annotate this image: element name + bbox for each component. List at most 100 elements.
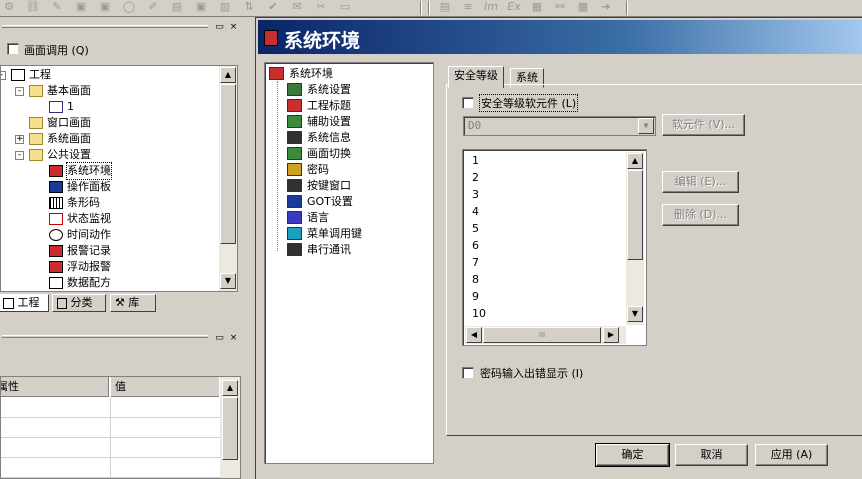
nav-item-label: GOT设置 (307, 195, 353, 208)
serial-icon (287, 243, 302, 256)
minimize-icon[interactable]: ▭ (214, 333, 225, 344)
cancel-button[interactable]: 取消 (675, 444, 748, 466)
tab-category[interactable]: 分类 (52, 294, 106, 312)
scroll-down-icon[interactable]: ▼ (627, 306, 643, 322)
list-vscrollbar[interactable]: ▲ ▼ (626, 152, 644, 325)
panel-grip[interactable] (2, 25, 208, 28)
image3-icon[interactable]: ▣ (194, 1, 208, 13)
security-device-checkbox[interactable] (462, 97, 474, 109)
scroll-right-icon[interactable]: ▶ (603, 327, 619, 343)
lm-icon[interactable]: Im (484, 1, 498, 13)
property-column-divider (110, 418, 111, 438)
scroll-up-icon[interactable]: ▲ (627, 153, 643, 169)
tab-library[interactable]: ⚒ 库 (110, 294, 156, 312)
check-icon[interactable]: ✔ (266, 1, 280, 13)
list-icon[interactable]: ≡ (461, 1, 475, 13)
level-item[interactable]: 1 (472, 152, 479, 169)
circle-icon[interactable]: ◯ (122, 1, 136, 13)
scroll-thumb[interactable]: III (483, 327, 601, 343)
level-item[interactable]: 8 (472, 271, 479, 288)
sort-icon[interactable]: ⇅ (242, 1, 256, 13)
project-icon (11, 69, 25, 81)
nav-item-label: 语言 (307, 211, 329, 224)
recipe-icon (49, 277, 63, 289)
scroll-down-icon[interactable]: ▼ (220, 273, 236, 289)
edit-icon[interactable]: ✐ (146, 1, 160, 13)
scroll-thumb[interactable] (627, 170, 643, 260)
property-vscrollbar[interactable]: ▲ (220, 377, 240, 478)
language-icon (287, 211, 302, 224)
collapse-icon[interactable]: - (1, 71, 6, 80)
property-row[interactable] (1, 398, 220, 418)
list-hscrollbar[interactable]: ◀ III ▶ (465, 326, 626, 344)
screen-icon (49, 101, 63, 113)
scroll-up-icon[interactable]: ▲ (220, 67, 236, 83)
level-item[interactable]: 10 (472, 305, 486, 322)
close-icon[interactable]: × (228, 333, 239, 344)
scroll-thumb[interactable] (222, 397, 238, 460)
expand-icon[interactable]: + (15, 135, 24, 144)
level-item[interactable]: 2 (472, 169, 479, 186)
screen-call-label: 画面调用 (Q) (24, 44, 89, 57)
tree-connector-line (277, 81, 278, 251)
scroll-up-icon[interactable]: ▲ (222, 380, 238, 396)
email-icon[interactable]: ✉ (290, 1, 304, 13)
link-icon[interactable]: ⛓ (26, 1, 40, 13)
clock-icon (49, 229, 63, 241)
panel-grip[interactable] (2, 335, 208, 338)
tree-item-label: 浮动报警 (67, 260, 111, 273)
tool-icon[interactable]: ▩ (576, 1, 590, 13)
tab-icon[interactable]: ▭ (338, 1, 352, 13)
graph-icon[interactable]: ▥ (218, 1, 232, 13)
level-item[interactable]: 7 (472, 254, 479, 271)
document-icon[interactable]: ▤ (438, 1, 452, 13)
screen-call-checkbox[interactable] (7, 43, 19, 55)
scroll-thumb[interactable] (220, 84, 236, 244)
chevron-down-icon[interactable]: ▼ (638, 118, 654, 134)
scroll-left-icon[interactable]: ◀ (466, 327, 482, 343)
tree-vscrollbar[interactable]: ▲ ▼ (219, 66, 237, 291)
group-icon[interactable]: ⚯ (553, 1, 567, 13)
tree-item-label: 窗口画面 (47, 116, 91, 129)
aux-icon (287, 115, 302, 128)
dialog-titlebar[interactable]: 系统环境 (258, 20, 862, 54)
dialog-title: 系统环境 (284, 30, 361, 52)
nav-item-label: 系统环境 (289, 67, 333, 80)
tree-item-label: 条形码 (67, 196, 100, 209)
tab-project[interactable]: 工程 (0, 294, 49, 312)
apply-button[interactable]: 应用 (A) (755, 444, 828, 466)
minimize-icon[interactable]: ▭ (214, 22, 225, 33)
edit-button[interactable]: 编辑 (E)... (662, 171, 739, 193)
cut-icon[interactable]: ✂ (314, 1, 328, 13)
tab-security-level[interactable]: 安全等级 (448, 66, 504, 88)
ex-icon[interactable]: Ex (507, 1, 521, 13)
image-icon[interactable]: ▣ (74, 1, 88, 13)
property-row[interactable] (1, 458, 220, 478)
level-item[interactable]: 4 (472, 203, 479, 220)
find-icon[interactable]: ▦ (530, 1, 544, 13)
password-error-checkbox[interactable] (462, 367, 474, 379)
level-item[interactable]: 6 (472, 237, 479, 254)
device-button[interactable]: 软元件 (V)... (662, 114, 745, 136)
collapse-icon[interactable]: - (15, 151, 24, 160)
ok-button[interactable]: 确定 (595, 443, 670, 467)
level-item[interactable]: 5 (472, 220, 479, 237)
level-item[interactable]: 3 (472, 186, 479, 203)
image2-icon[interactable]: ▣ (98, 1, 112, 13)
level-item[interactable]: 9 (472, 288, 479, 305)
tree-item-label: 系统画面 (47, 132, 91, 145)
gear-icon[interactable]: ⚙ (2, 1, 16, 13)
close-icon[interactable]: × (228, 22, 239, 33)
setting-icon (287, 83, 302, 96)
property-row[interactable] (1, 418, 220, 438)
property-row[interactable] (1, 438, 220, 458)
draw-icon[interactable]: ✎ (50, 1, 64, 13)
folder-icon (29, 85, 43, 97)
delete-button[interactable]: 删除 (D)... (662, 204, 739, 226)
device-select[interactable]: D0 ▼ (463, 116, 656, 136)
nav-item-label: 辅助设置 (307, 115, 351, 128)
nav-item-label: 系统信息 (307, 131, 351, 144)
arrow-right-icon[interactable]: ➜ (599, 1, 613, 13)
collapse-icon[interactable]: - (15, 87, 24, 96)
report-icon[interactable]: ▤ (170, 1, 184, 13)
